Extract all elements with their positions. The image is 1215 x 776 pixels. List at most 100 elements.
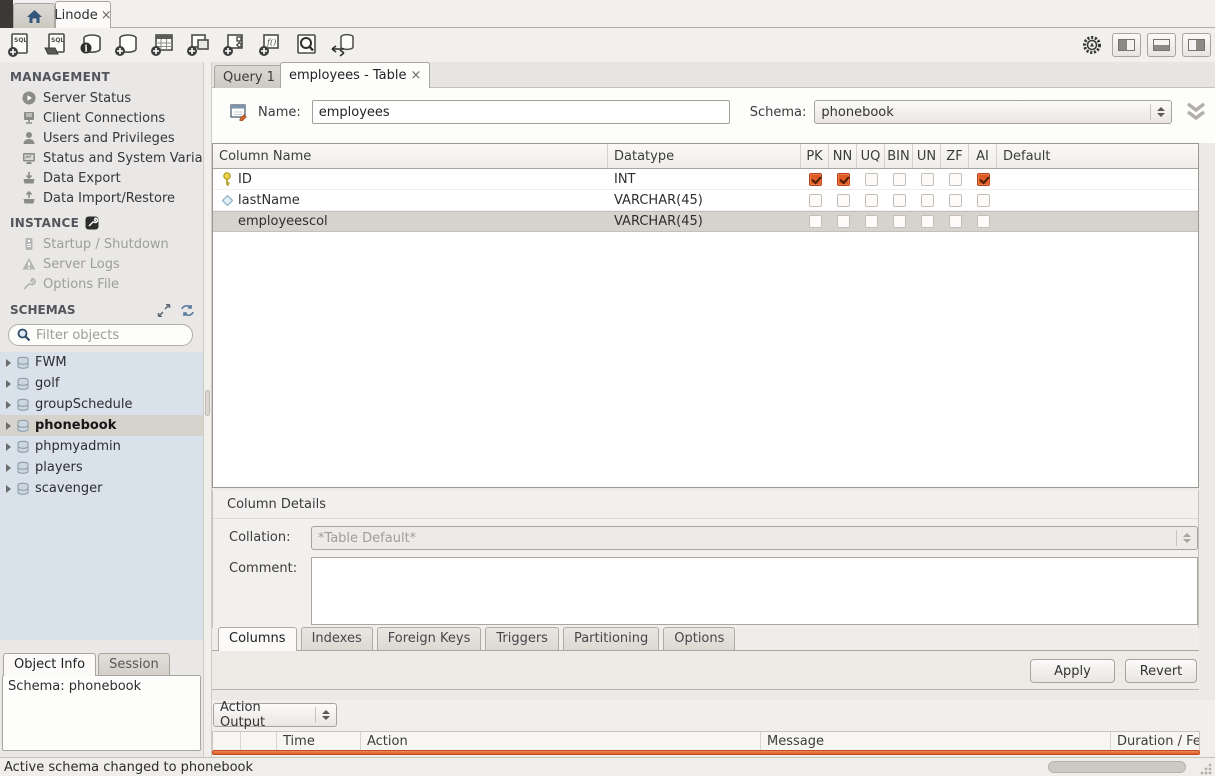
connection-tab[interactable]: Linode × — [55, 1, 111, 28]
ai-checkbox[interactable] — [977, 173, 990, 186]
bin-checkbox[interactable] — [893, 173, 906, 186]
un-checkbox[interactable] — [921, 215, 934, 228]
revert-button[interactable]: Revert — [1125, 659, 1197, 683]
collation-select[interactable]: *Table Default* — [311, 526, 1198, 550]
expander-icon[interactable] — [6, 422, 11, 430]
new-sql-file-icon[interactable]: SQL — [5, 31, 33, 59]
schema-filter-box[interactable] — [8, 324, 193, 346]
col-header-column-name[interactable]: Column Name — [213, 144, 608, 168]
tab-foreign-keys[interactable]: Foreign Keys — [377, 627, 482, 650]
col-header-nn[interactable]: NN — [829, 144, 857, 168]
table-name-input[interactable] — [312, 100, 730, 124]
column-row-lastname[interactable]: lastName VARCHAR(45) — [213, 190, 1198, 211]
col-header-uq[interactable]: UQ — [857, 144, 885, 168]
pk-checkbox[interactable] — [809, 194, 822, 207]
sidebar-scrollbar[interactable] — [203, 62, 212, 757]
uq-checkbox[interactable] — [865, 215, 878, 228]
tab-indexes[interactable]: Indexes — [301, 627, 373, 650]
zf-checkbox[interactable] — [949, 215, 962, 228]
output-col-message[interactable]: Message — [761, 732, 1111, 750]
column-row-employeescol[interactable]: employeescol VARCHAR(45) — [213, 211, 1198, 232]
schema-item-scavenger[interactable]: scavenger — [0, 478, 203, 499]
sidebar-item-startup-shutdown[interactable]: Startup / Shutdown — [0, 234, 203, 254]
pk-checkbox[interactable] — [809, 215, 822, 228]
tab-object-info[interactable]: Object Info — [3, 653, 96, 676]
col-header-ai[interactable]: AI — [969, 144, 997, 168]
col-header-datatype[interactable]: Datatype — [608, 144, 801, 168]
schema-item-fwm[interactable]: FWM — [0, 352, 203, 373]
open-sql-script-icon[interactable]: SQL — [41, 31, 69, 59]
expand-schemas-icon[interactable] — [157, 304, 171, 317]
ai-checkbox[interactable] — [977, 194, 990, 207]
create-procedure-icon[interactable] — [221, 31, 249, 59]
sidebar-item-data-import[interactable]: Data Import/Restore — [0, 188, 203, 208]
sidebar-item-client-connections[interactable]: Client Connections — [0, 108, 203, 128]
output-col-duration[interactable]: Duration / Fetch — [1111, 732, 1199, 750]
expander-icon[interactable] — [6, 443, 11, 451]
schema-select[interactable]: phonebook — [814, 100, 1172, 124]
sidebar-item-users-privileges[interactable]: Users and Privileges — [0, 128, 203, 148]
schema-filter-input[interactable] — [36, 328, 176, 343]
schema-item-golf[interactable]: golf — [0, 373, 203, 394]
col-header-default[interactable]: Default — [997, 144, 1198, 168]
schema-inspector-icon[interactable]: i — [77, 31, 105, 59]
home-tab[interactable] — [13, 3, 55, 28]
create-function-icon[interactable]: f() — [257, 31, 285, 59]
bin-checkbox[interactable] — [893, 215, 906, 228]
nn-checkbox[interactable] — [837, 194, 850, 207]
output-horizontal-scrollbar[interactable] — [212, 750, 1200, 755]
expander-icon[interactable] — [6, 464, 11, 472]
toggle-right-sidebar-button[interactable] — [1182, 33, 1211, 57]
tab-columns[interactable]: Columns — [218, 627, 297, 651]
col-header-bin[interactable]: BIN — [885, 144, 913, 168]
ai-checkbox[interactable] — [977, 215, 990, 228]
un-checkbox[interactable] — [921, 173, 934, 186]
bin-checkbox[interactable] — [893, 194, 906, 207]
sidebar-scrollbar-thumb[interactable] — [205, 390, 210, 416]
schema-item-phonebook[interactable]: phonebook — [0, 415, 203, 436]
tab-triggers[interactable]: Triggers — [485, 627, 559, 650]
refresh-schemas-icon[interactable] — [180, 304, 195, 317]
sidebar-item-server-status[interactable]: Server Status — [0, 88, 203, 108]
pk-checkbox[interactable] — [809, 173, 822, 186]
apply-button[interactable]: Apply — [1030, 659, 1115, 683]
un-checkbox[interactable] — [921, 194, 934, 207]
output-col-status[interactable] — [213, 732, 241, 750]
sidebar-item-server-logs[interactable]: Server Logs — [0, 254, 203, 274]
status-scrollbar-thumb[interactable] — [1048, 761, 1186, 773]
zf-checkbox[interactable] — [949, 194, 962, 207]
search-objects-icon[interactable] — [293, 31, 321, 59]
output-col-index[interactable] — [241, 732, 277, 750]
schema-item-groupschedule[interactable]: groupSchedule — [0, 394, 203, 415]
schema-item-players[interactable]: players — [0, 457, 203, 478]
column-row-id[interactable]: ID INT — [213, 169, 1198, 190]
uq-checkbox[interactable] — [865, 173, 878, 186]
resize-grip[interactable] — [1200, 763, 1212, 775]
expander-icon[interactable] — [6, 359, 11, 367]
output-col-action[interactable]: Action — [361, 732, 761, 750]
col-header-un[interactable]: UN — [913, 144, 941, 168]
tab-session[interactable]: Session — [98, 653, 170, 676]
col-header-zf[interactable]: ZF — [941, 144, 969, 168]
reconnect-server-icon[interactable] — [329, 31, 357, 59]
create-view-icon[interactable] — [185, 31, 213, 59]
expander-icon[interactable] — [6, 401, 11, 409]
sidebar-item-options-file[interactable]: Options File — [0, 274, 203, 294]
connection-tab-close-icon[interactable]: × — [101, 8, 112, 23]
col-header-pk[interactable]: PK — [801, 144, 829, 168]
tab-partitioning[interactable]: Partitioning — [563, 627, 659, 650]
collapse-header-chevrons-icon[interactable] — [1184, 102, 1208, 122]
tab-options[interactable]: Options — [663, 627, 735, 650]
sidebar-item-data-export[interactable]: Data Export — [0, 168, 203, 188]
output-selector[interactable]: Action Output — [213, 703, 337, 727]
schema-item-phpmyadmin[interactable]: phpmyadmin — [0, 436, 203, 457]
table-tab-close-icon[interactable]: × — [411, 68, 422, 83]
expander-icon[interactable] — [6, 380, 11, 388]
sidebar-item-status-system-variables[interactable]: Status and System Variables — [0, 148, 203, 168]
comment-textarea[interactable] — [311, 557, 1198, 625]
output-col-time[interactable]: Time — [277, 732, 361, 750]
nn-checkbox[interactable] — [837, 215, 850, 228]
tab-employees-table[interactable]: employees - Table × — [280, 62, 430, 88]
create-table-icon[interactable] — [149, 31, 177, 59]
toggle-bottom-panel-button[interactable] — [1147, 33, 1176, 57]
